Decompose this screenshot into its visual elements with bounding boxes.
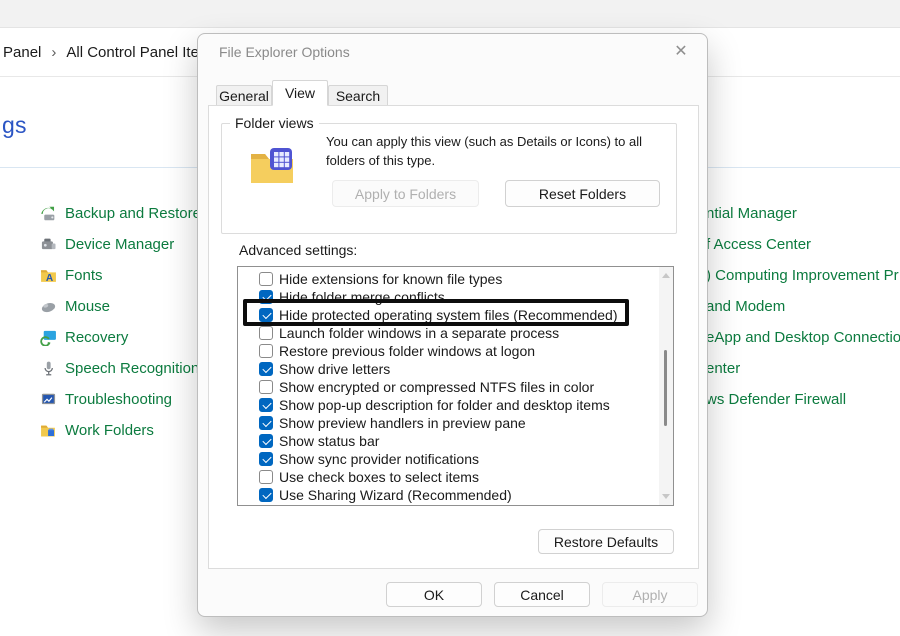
dialog-footer: OK Cancel Apply xyxy=(198,568,707,616)
troubleshooting-icon xyxy=(40,391,57,408)
cp-item-label: Work Folders xyxy=(65,422,154,439)
window-top-bar xyxy=(0,0,900,28)
cp-item-label: Backup and Restore xyxy=(65,205,201,222)
cp-item-label: and Modem xyxy=(706,298,785,315)
cp-item-troubleshooting[interactable]: Troubleshooting xyxy=(40,384,172,415)
setting-hide-protected-os-files[interactable]: Hide protected operating system files (R… xyxy=(238,306,653,324)
advanced-settings-label: Advanced settings: xyxy=(239,242,357,258)
reset-folders-button[interactable]: Reset Folders xyxy=(505,180,660,207)
mouse-icon xyxy=(40,298,57,315)
cp-item-credential-manager-fragment[interactable]: ntial Manager xyxy=(706,198,797,229)
tab-search[interactable]: Search xyxy=(328,85,388,106)
checkbox[interactable] xyxy=(259,452,273,466)
checkbox[interactable] xyxy=(259,488,273,502)
checkbox[interactable] xyxy=(259,272,273,286)
backup-restore-icon xyxy=(40,205,57,222)
tab-general[interactable]: General xyxy=(216,85,272,106)
folder-views-icon xyxy=(248,142,296,190)
cp-item-recovery[interactable]: Recovery xyxy=(40,322,128,353)
fonts-icon: A xyxy=(40,267,57,284)
restore-defaults-button[interactable]: Restore Defaults xyxy=(538,529,674,554)
setting-restore-previous-windows[interactable]: Restore previous folder windows at logon xyxy=(238,342,653,360)
cp-item-label: f Access Center xyxy=(706,236,811,253)
cp-item-label: Device Manager xyxy=(65,236,174,253)
cp-item-defender-firewall-fragment[interactable]: ws Defender Firewall xyxy=(706,384,846,415)
cp-item-label: ws Defender Firewall xyxy=(706,391,846,408)
cp-item-mouse[interactable]: Mouse xyxy=(40,291,110,322)
checkbox[interactable] xyxy=(259,416,273,430)
advanced-settings-list[interactable]: Hide extensions for known file types Hid… xyxy=(237,266,674,506)
work-folders-icon xyxy=(40,422,57,439)
tab-view[interactable]: View xyxy=(272,80,328,106)
setting-show-sync-notifications[interactable]: Show sync provider notifications xyxy=(238,450,653,468)
checkbox[interactable] xyxy=(259,470,273,484)
cancel-button[interactable]: Cancel xyxy=(494,582,590,607)
cp-item-ease-of-access-fragment[interactable]: f Access Center xyxy=(706,229,811,260)
close-icon[interactable]: ✕ xyxy=(670,40,692,62)
cp-item-fonts[interactable]: A Fonts xyxy=(40,260,103,291)
ok-button[interactable]: OK xyxy=(386,582,482,607)
folder-views-description: You can apply this view (such as Details… xyxy=(326,132,691,170)
cp-item-label: Fonts xyxy=(65,267,103,284)
checkbox[interactable] xyxy=(259,398,273,412)
checkbox[interactable] xyxy=(259,308,273,322)
dialog-title: File Explorer Options xyxy=(219,44,350,60)
scrollbar-thumb[interactable] xyxy=(664,350,667,426)
svg-text:A: A xyxy=(46,273,54,284)
folder-views-legend: Folder views xyxy=(230,115,319,131)
speech-recognition-icon xyxy=(40,360,57,377)
cp-item-speech-recognition[interactable]: Speech Recognition xyxy=(40,353,199,384)
chevron-right-icon: › xyxy=(51,44,56,61)
chevron-down-icon[interactable] xyxy=(662,494,670,499)
checkbox[interactable] xyxy=(259,290,273,304)
setting-use-sharing-wizard[interactable]: Use Sharing Wizard (Recommended) xyxy=(238,486,653,504)
checkbox[interactable] xyxy=(259,380,273,394)
cp-item-phone-and-modem-fragment[interactable]: and Modem xyxy=(706,291,785,322)
setting-show-encrypted-ntfs[interactable]: Show encrypted or compressed NTFS files … xyxy=(238,378,653,396)
cp-item-device-manager[interactable]: Device Manager xyxy=(40,229,174,260)
breadcrumb-item-panel[interactable]: Panel xyxy=(3,44,41,61)
view-tab-page: Folder views You c xyxy=(208,105,699,569)
recovery-icon xyxy=(40,329,57,346)
setting-show-status-bar[interactable]: Show status bar xyxy=(238,432,653,450)
checkbox[interactable] xyxy=(259,362,273,376)
setting-show-popup-description[interactable]: Show pop-up description for folder and d… xyxy=(238,396,653,414)
folder-views-groupbox: Folder views You c xyxy=(221,123,677,234)
scrollbar[interactable] xyxy=(659,267,673,505)
checkbox[interactable] xyxy=(259,326,273,340)
page-heading-fragment: gs xyxy=(2,112,27,139)
setting-show-preview-handlers[interactable]: Show preview handlers in preview pane xyxy=(238,414,653,432)
screenshot-root: Panel › All Control Panel Item gs Backup… xyxy=(0,0,900,636)
cp-item-center-fragment[interactable]: enter xyxy=(706,353,740,384)
cp-item-backup-and-restore[interactable]: Backup and Restore xyxy=(40,198,201,229)
cp-item-label: Speech Recognition xyxy=(65,360,199,377)
cp-item-label: ) Computing Improvement Pr xyxy=(706,267,899,284)
chevron-up-icon[interactable] xyxy=(662,273,670,278)
cp-item-remoteapp-connections-fragment[interactable]: eApp and Desktop Connectio xyxy=(706,322,900,353)
cp-item-computing-improvement-fragment[interactable]: ) Computing Improvement Pr xyxy=(706,260,899,291)
cp-item-label: eApp and Desktop Connectio xyxy=(706,329,900,346)
apply-button[interactable]: Apply xyxy=(602,582,698,607)
setting-show-drive-letters[interactable]: Show drive letters xyxy=(238,360,653,378)
cp-item-label: Troubleshooting xyxy=(65,391,172,408)
cp-item-label: Mouse xyxy=(65,298,110,315)
setting-hide-extensions[interactable]: Hide extensions for known file types xyxy=(238,270,653,288)
checkbox[interactable] xyxy=(259,434,273,448)
setting-launch-separate-process[interactable]: Launch folder windows in a separate proc… xyxy=(238,324,653,342)
cp-item-label: ntial Manager xyxy=(706,205,797,222)
setting-hide-folder-merge-conflicts[interactable]: Hide folder merge conflicts xyxy=(238,288,653,306)
cp-item-label: enter xyxy=(706,360,740,377)
apply-to-folders-button[interactable]: Apply to Folders xyxy=(332,180,479,207)
device-manager-icon xyxy=(40,236,57,253)
file-explorer-options-dialog: File Explorer Options ✕ General View Sea… xyxy=(197,33,708,617)
setting-use-check-boxes[interactable]: Use check boxes to select items xyxy=(238,468,653,486)
cp-item-work-folders[interactable]: Work Folders xyxy=(40,415,154,446)
cp-item-label: Recovery xyxy=(65,329,128,346)
breadcrumb-item-all-control-panel-items[interactable]: All Control Panel Item xyxy=(66,44,211,61)
checkbox[interactable] xyxy=(259,344,273,358)
